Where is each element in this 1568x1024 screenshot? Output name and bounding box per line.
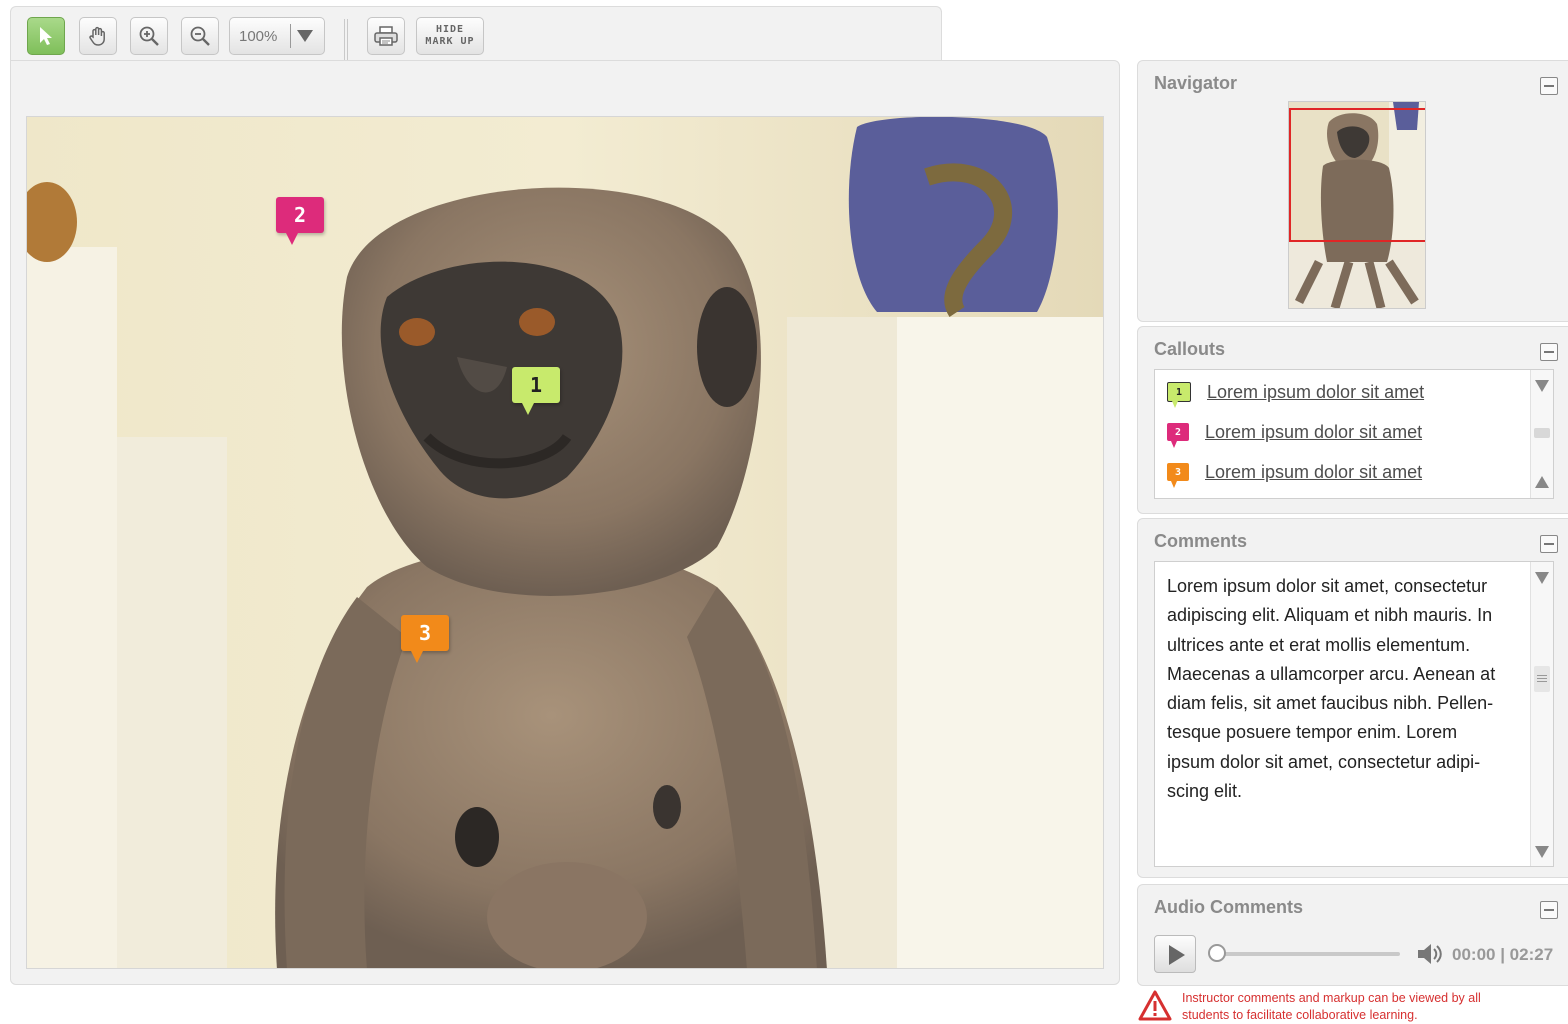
- comment-line: Lorem ipsum dolor sit amet, consectetur: [1167, 576, 1488, 596]
- callout-link[interactable]: Lorem ipsum dolor sit amet: [1207, 382, 1424, 403]
- comment-line: adipiscing elit. Aliquam et nibh mauris.…: [1167, 605, 1493, 626]
- play-button[interactable]: [1154, 935, 1196, 973]
- navigator-panel: Navigator: [1137, 60, 1568, 322]
- callout-number: 1: [1175, 386, 1183, 398]
- speech-bubble-icon: 3: [1167, 463, 1189, 488]
- scroll-thumb[interactable]: [1534, 428, 1550, 438]
- arrow-cursor-icon: [40, 27, 52, 45]
- callouts-panel: Callouts 1 Lorem ipsum dolor sit amet 2 …: [1137, 326, 1568, 514]
- zoom-in-icon: [139, 26, 159, 46]
- warning-icon: [1138, 990, 1172, 1021]
- zoom-in-button[interactable]: [130, 17, 168, 55]
- print-button[interactable]: [367, 17, 405, 55]
- chevron-down-icon: [297, 30, 313, 42]
- notice-line: Instructor comments and markup can be vi…: [1182, 991, 1481, 1005]
- comments-title: Comments: [1154, 531, 1248, 551]
- callout-marker-number: 3: [418, 621, 432, 645]
- comments-panel: Comments Lorem ipsum dolor sit amet, con…: [1137, 518, 1568, 878]
- audio-comments-title: Audio Comments: [1154, 897, 1304, 917]
- scroll-down-icon[interactable]: [1535, 846, 1549, 858]
- navigator-collapse-button[interactable]: [1540, 77, 1558, 95]
- comment-line: ipsum dolor sit amet, consectetur adipi-: [1167, 751, 1481, 772]
- collaboration-notice: Instructor comments and markup can be vi…: [1182, 990, 1562, 1024]
- printer-icon: [374, 26, 398, 46]
- audio-collapse-button[interactable]: [1540, 901, 1558, 919]
- select-tool-button[interactable]: [27, 17, 65, 55]
- scroll-up-icon[interactable]: [1535, 380, 1549, 392]
- callout-list-item-2[interactable]: 2 Lorem ipsum dolor sit amet: [1167, 418, 1422, 448]
- speech-bubble-icon: 2: [1167, 423, 1189, 448]
- audio-time: 00:00 | 02:27: [1452, 945, 1554, 964]
- zoom-level-select[interactable]: 100%: [229, 17, 325, 55]
- callout-marker-1[interactable]: 1: [512, 367, 560, 415]
- comment-line: diam felis, sit amet faucibus nibh. Pell…: [1167, 693, 1494, 714]
- scroll-thumb[interactable]: [1534, 666, 1550, 692]
- zoom-level-value: 100%: [239, 28, 278, 45]
- hide-markup-label-line2: MARK UP: [425, 36, 475, 47]
- zoom-out-button[interactable]: [181, 17, 219, 55]
- callout-marker-number: 1: [529, 373, 543, 397]
- callouts-title: Callouts: [1154, 339, 1226, 359]
- hide-markup-button[interactable]: HIDE MARK UP: [416, 17, 484, 55]
- callout-number: 2: [1174, 426, 1182, 438]
- hide-markup-label-line1: HIDE: [435, 24, 465, 35]
- audio-progress-knob[interactable]: [1208, 944, 1226, 962]
- comment-line: ultrices ante et erat mollis elementum.: [1167, 634, 1471, 655]
- speaker-icon[interactable]: [1416, 941, 1444, 967]
- navigator-viewport-frame[interactable]: [1289, 108, 1425, 242]
- comments-scrollbar[interactable]: [1530, 562, 1553, 866]
- navigator-thumbnail[interactable]: [1288, 101, 1426, 309]
- comment-line: Maecenas a ullamcorper arcu. Aenean at: [1167, 663, 1496, 684]
- audio-progress-track[interactable]: [1212, 952, 1400, 956]
- zoom-out-icon: [190, 26, 210, 46]
- comment-line: tesque posuere tempor enim. Lorem: [1167, 722, 1458, 743]
- zoom-divider: [290, 24, 291, 48]
- callouts-list: 1 Lorem ipsum dolor sit amet 2 Lorem ips…: [1154, 369, 1554, 499]
- navigator-title: Navigator: [1154, 73, 1238, 93]
- monkey-sculpture-photo[interactable]: 2 1 3: [26, 116, 1104, 969]
- pan-tool-button[interactable]: [79, 17, 117, 55]
- callout-number: 3: [1174, 466, 1182, 478]
- callout-list-item-3[interactable]: 3 Lorem ipsum dolor sit amet: [1167, 458, 1422, 488]
- scroll-up-icon[interactable]: [1535, 572, 1549, 584]
- callout-link[interactable]: Lorem ipsum dolor sit amet: [1205, 422, 1422, 443]
- toolbar-divider: [344, 19, 348, 61]
- monkey-sculpture-image: [27, 117, 1103, 968]
- audio-comments-panel: Audio Comments 00:00 | 02:27: [1137, 884, 1568, 986]
- callout-list-item-1[interactable]: 1 Lorem ipsum dolor sit amet: [1167, 378, 1424, 408]
- comment-line: scing elit.: [1167, 781, 1243, 802]
- comment-body: Lorem ipsum dolor sit amet, consectetur …: [1167, 572, 1529, 806]
- callout-link[interactable]: Lorem ipsum dolor sit amet: [1205, 462, 1422, 483]
- callouts-collapse-button[interactable]: [1540, 343, 1558, 361]
- callout-marker-number: 2: [293, 203, 307, 227]
- hand-icon: [89, 26, 105, 46]
- comments-textbox[interactable]: Lorem ipsum dolor sit amet, consectetur …: [1154, 561, 1554, 867]
- scroll-down-icon[interactable]: [1535, 476, 1549, 488]
- notice-line: students to facilitate collaborative lea…: [1182, 1008, 1418, 1022]
- callouts-scrollbar[interactable]: [1530, 370, 1553, 498]
- callout-marker-3[interactable]: 3: [401, 615, 449, 663]
- callout-marker-2[interactable]: 2: [276, 197, 324, 245]
- comments-collapse-button[interactable]: [1540, 535, 1558, 553]
- speech-bubble-icon: 1: [1167, 382, 1191, 408]
